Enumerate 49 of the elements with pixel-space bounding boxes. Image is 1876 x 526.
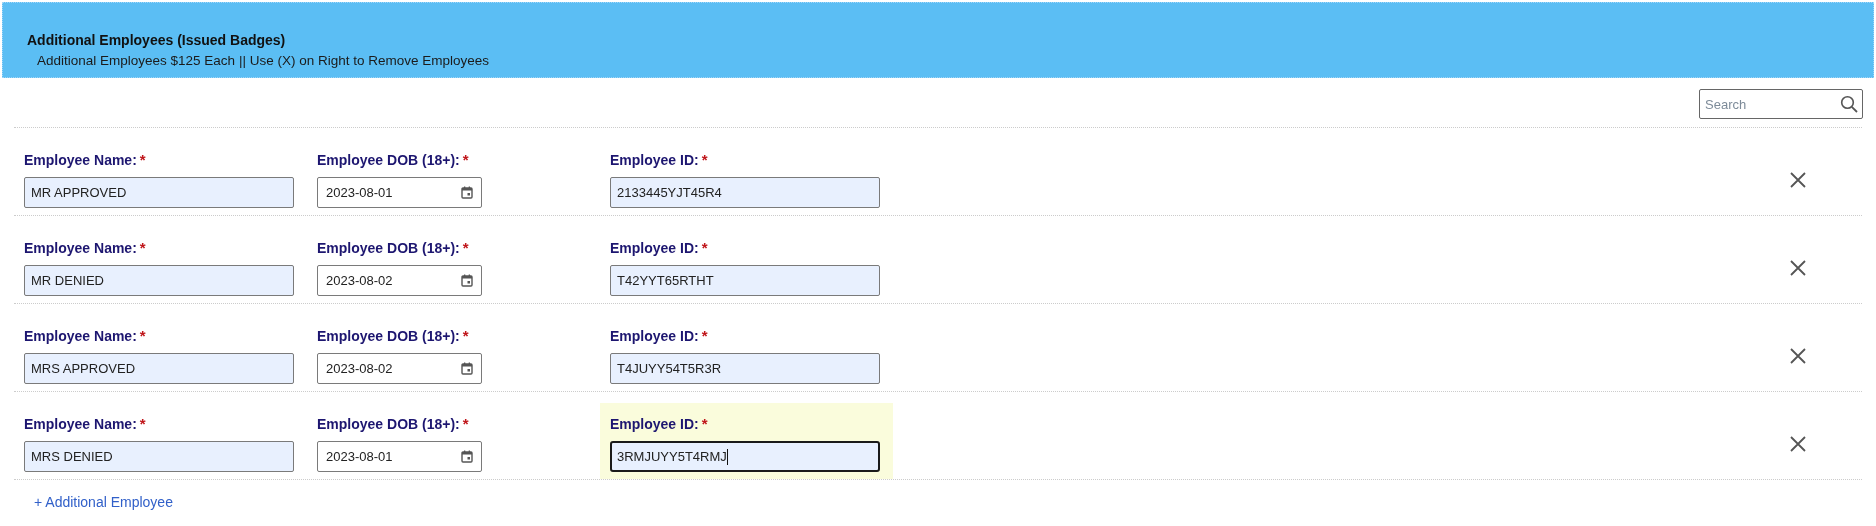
field-label: Employee ID: [610, 240, 699, 256]
required-mark: * [701, 151, 708, 168]
section-title: Additional Employees (Issued Badges) [27, 32, 286, 48]
field-label: Employee DOB (18+): [317, 152, 460, 168]
date-field[interactable]: 2023-08-01 [317, 441, 482, 472]
close-icon [1790, 348, 1806, 364]
required-mark: * [701, 239, 708, 256]
field-label: Employee DOB (18+): [317, 240, 460, 256]
date-field[interactable]: 2023-08-01 [317, 177, 482, 208]
add-employee-link[interactable]: + Additional Employee [34, 494, 173, 510]
field-label: Employee ID: [610, 328, 699, 344]
text-field[interactable]: MR DENIED [24, 265, 294, 296]
section-subtitle: Additional Employees $125 Each || Use (X) on Right to Remove Employees [37, 53, 489, 68]
required-mark: * [139, 327, 146, 344]
field-label: Employee Name: [24, 416, 137, 432]
text-field[interactable]: MRS DENIED [24, 441, 294, 472]
calendar-icon[interactable] [461, 362, 473, 375]
field-label: Employee DOB (18+): [317, 328, 460, 344]
required-mark: * [462, 151, 469, 168]
field-label: Employee DOB (18+): [317, 416, 460, 432]
text-field[interactable]: MRS APPROVED [24, 353, 294, 384]
field-label: Employee ID: [610, 152, 699, 168]
text-field[interactable]: 3RMJUYY5T4RMJ [610, 441, 880, 472]
field-label: Employee Name: [24, 328, 137, 344]
calendar-icon[interactable] [461, 186, 473, 199]
text-field[interactable]: 2133445YJT45R4 [610, 177, 880, 208]
required-mark: * [139, 239, 146, 256]
required-mark: * [701, 415, 708, 432]
text-field[interactable]: T42YYT65RTHT [610, 265, 880, 296]
field-label: Employee Name: [24, 152, 137, 168]
field-label: Employee Name: [24, 240, 137, 256]
date-field[interactable]: 2023-08-02 [317, 353, 482, 384]
required-mark: * [701, 327, 708, 344]
text-field[interactable]: T4JUYY54T5R3R [610, 353, 880, 384]
close-icon [1790, 172, 1806, 188]
close-icon [1790, 260, 1806, 276]
required-mark: * [139, 415, 146, 432]
field-label: Employee ID: [610, 416, 699, 432]
close-icon [1790, 436, 1806, 452]
search-field[interactable]: Search [1699, 89, 1863, 119]
required-mark: * [462, 327, 469, 344]
calendar-icon[interactable] [461, 450, 473, 463]
calendar-icon[interactable] [461, 274, 473, 287]
required-mark: * [139, 151, 146, 168]
required-mark: * [462, 415, 469, 432]
search-icon [1840, 95, 1858, 113]
date-field[interactable]: 2023-08-02 [317, 265, 482, 296]
text-field[interactable]: MR APPROVED [24, 177, 294, 208]
required-mark: * [462, 239, 469, 256]
